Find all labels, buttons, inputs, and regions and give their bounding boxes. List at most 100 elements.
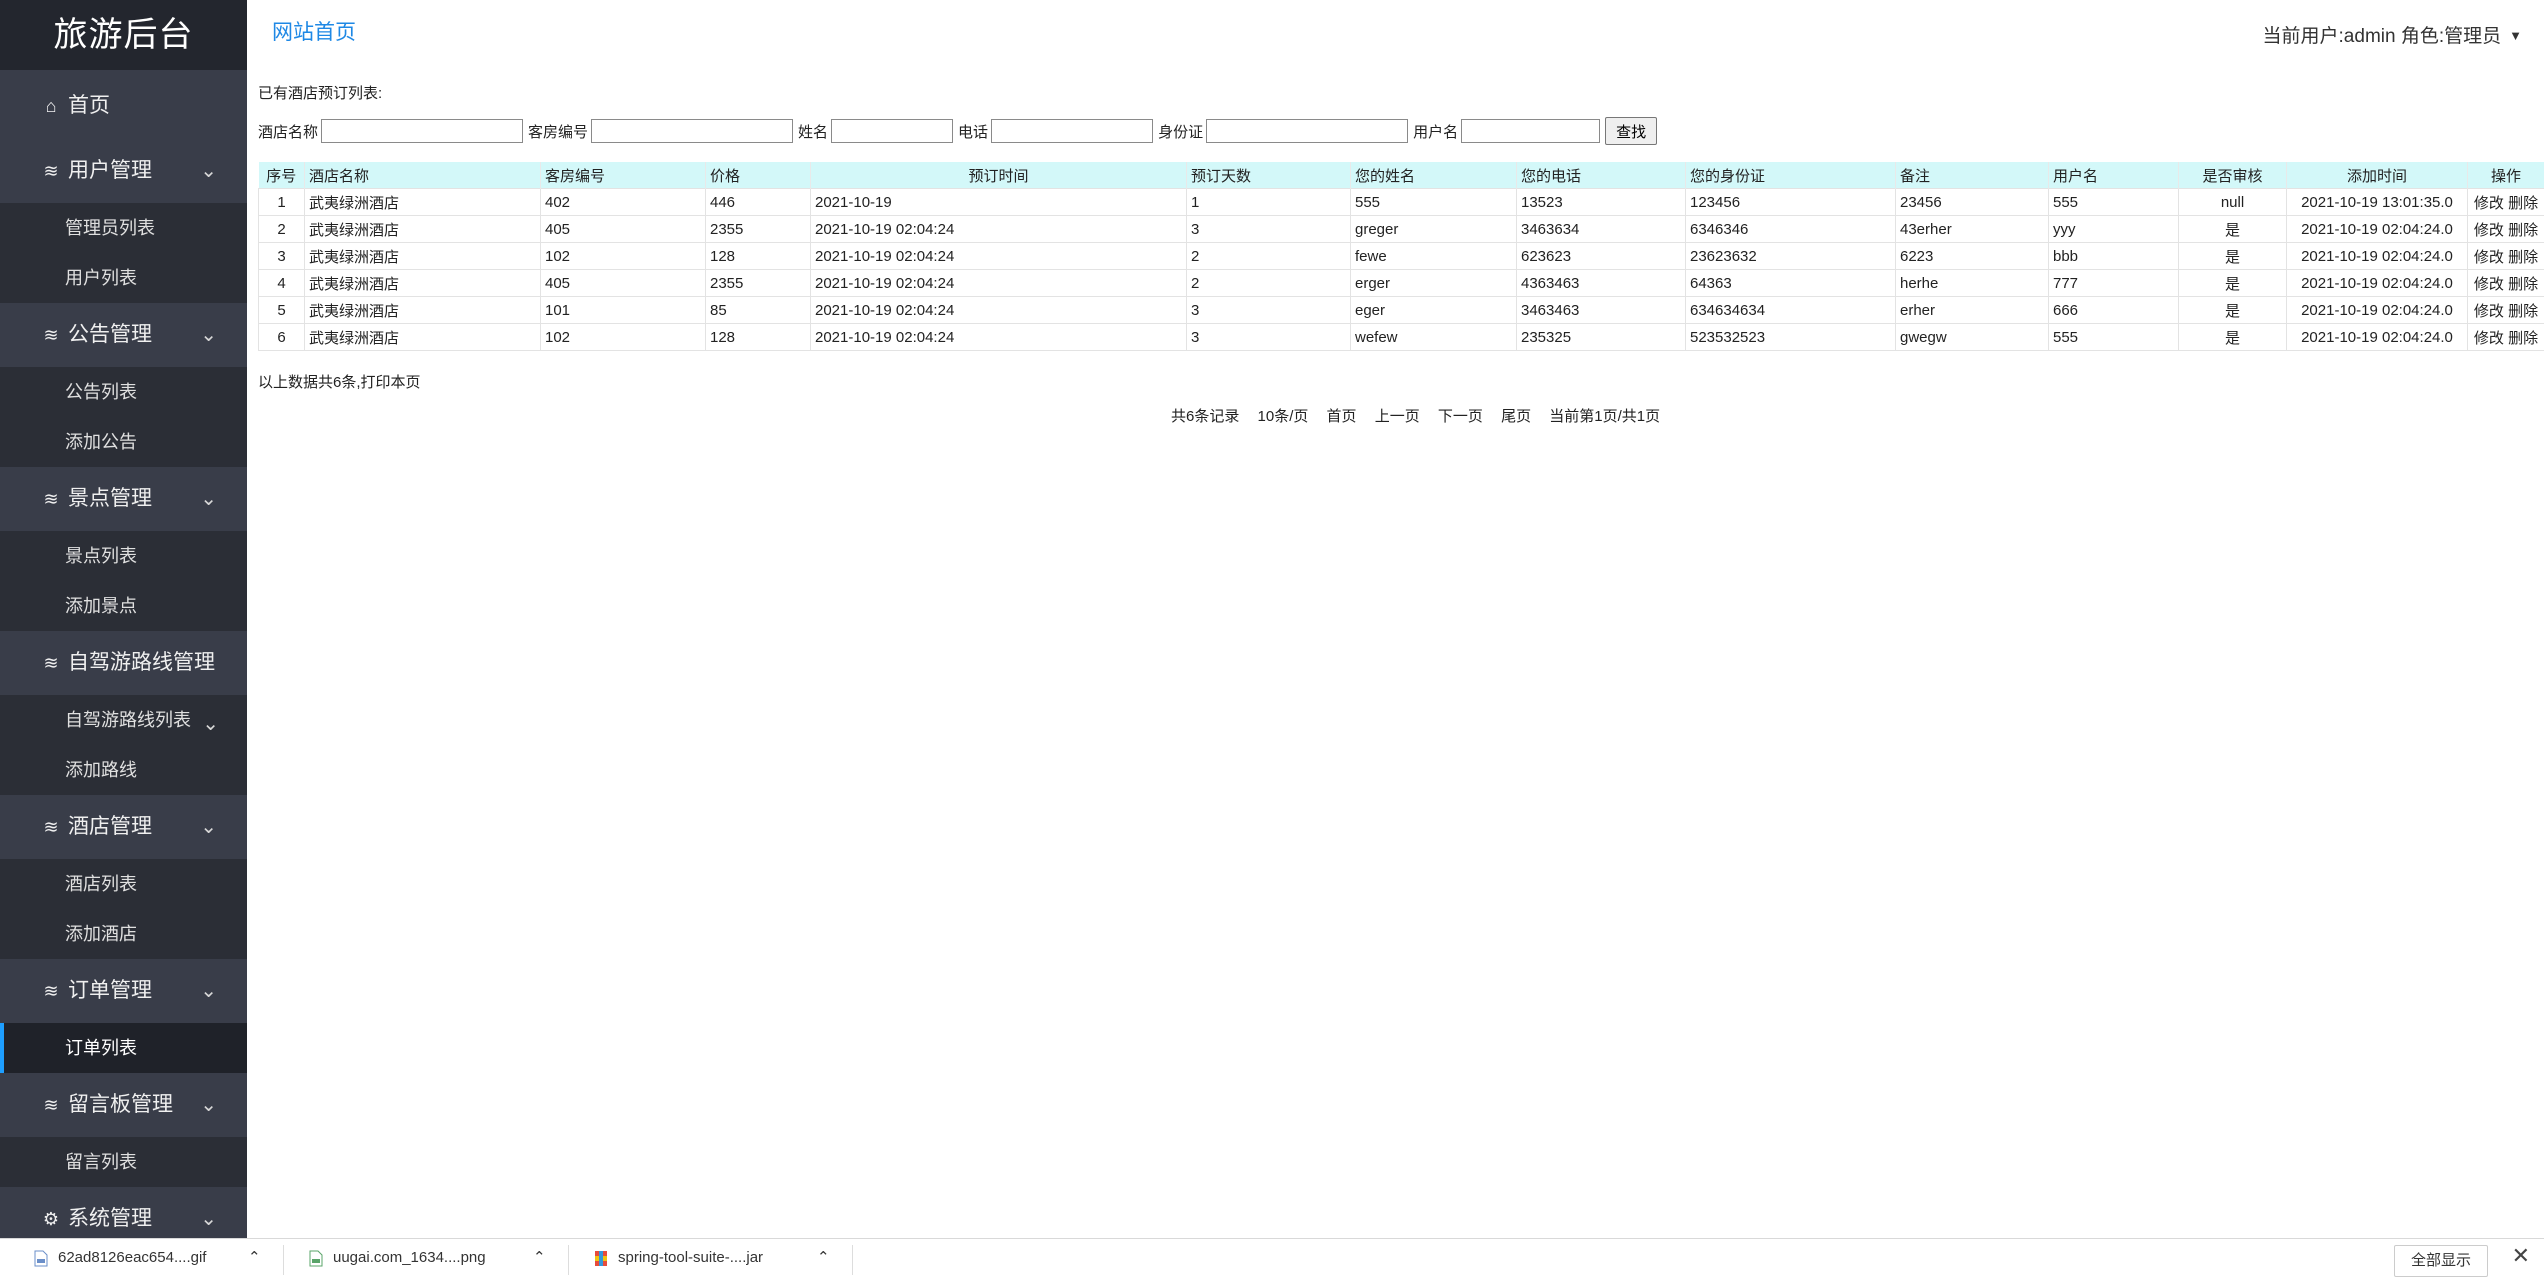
table-cell: 43erher (1896, 216, 2049, 243)
sidebar-item-hotel-list[interactable]: 酒店列表 (0, 859, 247, 909)
separator (852, 1245, 853, 1275)
sidebar-group-hotel-management[interactable]: ≋酒店管理 ⌄ (0, 795, 247, 859)
download-item[interactable]: uugai.com_1634....png (309, 1239, 486, 1277)
table-cell: 武夷绿洲酒店 (305, 189, 541, 216)
table-row: 3武夷绿洲酒店1021282021-10-19 02:04:242fewe623… (259, 243, 2544, 270)
table-cell: 1 (259, 189, 305, 216)
phone-input[interactable] (991, 119, 1153, 143)
table-header-row: 序号 酒店名称 客房编号 价格 预订时间 预订天数 您的姓名 您的电话 您的身份… (259, 162, 2544, 189)
edit-link[interactable]: 修改 (2474, 222, 2504, 239)
layers-icon: ≋ (40, 795, 62, 859)
sidebar-item-scenic-list[interactable]: 景点列表 (0, 531, 247, 581)
edit-link[interactable]: 修改 (2474, 249, 2504, 266)
table-cell: 3 (1187, 216, 1351, 243)
sidebar-item-add-hotel[interactable]: 添加酒店 (0, 909, 247, 959)
chevron-down-icon: ⌄ (200, 467, 217, 531)
download-item-label: spring-tool-suite-....jar (618, 1249, 763, 1266)
sidebar-item-home[interactable]: ⌂首页 (0, 73, 247, 139)
delete-link[interactable]: 删除 (2508, 222, 2538, 239)
table-cell: 2021-10-19 02:04:24.0 (2287, 270, 2468, 297)
download-item[interactable]: spring-tool-suite-....jar (594, 1239, 763, 1277)
sidebar-item-message-list[interactable]: 留言列表 (0, 1137, 247, 1187)
table-cell: 2 (1187, 243, 1351, 270)
name-input[interactable] (831, 119, 953, 143)
table-cell: 23456 (1896, 189, 2049, 216)
separator (283, 1245, 284, 1275)
delete-link[interactable]: 删除 (2508, 195, 2538, 212)
layers-icon: ≋ (40, 467, 62, 531)
sidebar-item-admin-list[interactable]: 管理员列表 (0, 203, 247, 253)
pager-first-link[interactable]: 首页 (1327, 408, 1357, 425)
chevron-up-icon[interactable]: ⌃ (248, 1239, 261, 1277)
table-row: 2武夷绿洲酒店40523552021-10-19 02:04:243greger… (259, 216, 2544, 243)
sidebar-group-scenic-management[interactable]: ≋景点管理 ⌄ (0, 467, 247, 531)
website-home-link[interactable]: 网站首页 (272, 16, 356, 46)
delete-link[interactable]: 删除 (2508, 249, 2538, 266)
sidebar-group-order-management[interactable]: ≋订单管理 ⌄ (0, 959, 247, 1023)
edit-link[interactable]: 修改 (2474, 303, 2504, 320)
pager-next-link[interactable]: 下一页 (1438, 408, 1483, 425)
chevron-down-icon: ⌄ (200, 959, 217, 1023)
sidebar-group-message-management[interactable]: ≋留言板管理 ⌄ (0, 1073, 247, 1137)
chevron-down-icon: ⌄ (202, 699, 219, 749)
row-actions: 修改 删除 (2468, 216, 2544, 243)
hotel-name-input[interactable] (321, 119, 523, 143)
sidebar-item-add-notice[interactable]: 添加公告 (0, 417, 247, 467)
sidebar-item-label: 自驾游路线列表 (65, 710, 191, 730)
room-no-input[interactable] (591, 119, 793, 143)
sidebar-group-label: 用户管理 (68, 159, 152, 182)
table-cell: 402 (541, 189, 706, 216)
download-item-label: uugai.com_1634....png (333, 1249, 486, 1266)
search-form: 酒店名称 客房编号 姓名 电话 身份证 用户名 查找 (258, 117, 1657, 145)
edit-link[interactable]: 修改 (2474, 330, 2504, 347)
table-cell: 85 (706, 297, 811, 324)
id-card-input[interactable] (1206, 119, 1408, 143)
table-cell: 6346346 (1686, 216, 1896, 243)
delete-link[interactable]: 删除 (2508, 276, 2538, 293)
search-button[interactable]: 查找 (1605, 117, 1657, 145)
username-input[interactable] (1461, 119, 1600, 143)
chevron-up-icon[interactable]: ⌃ (533, 1239, 546, 1277)
current-user-label: 当前用户:admin 角色:管理员 (2263, 26, 2502, 47)
pager-last-link[interactable]: 尾页 (1501, 408, 1531, 425)
sidebar-item-route-list[interactable]: 自驾游路线列表 ⌄ (0, 695, 247, 745)
sidebar-group-user-management[interactable]: ≋用户管理 ⌄ (0, 139, 247, 203)
delete-link[interactable]: 删除 (2508, 330, 2538, 347)
show-all-downloads-button[interactable]: 全部显示 (2394, 1245, 2488, 1277)
column-header: 添加时间 (2287, 162, 2468, 189)
table-cell: 3463634 (1517, 216, 1686, 243)
table-cell: eger (1351, 297, 1517, 324)
table-cell: 2021-10-19 02:04:24.0 (2287, 324, 2468, 351)
table-cell: 是 (2179, 270, 2287, 297)
summary-text: 以上数据共6条,打印本页 (258, 371, 421, 392)
table-cell: 123456 (1686, 189, 1896, 216)
row-actions: 修改 删除 (2468, 189, 2544, 216)
sidebar-group-label: 自驾游路线管理 (68, 651, 215, 674)
sidebar-item-order-list[interactable]: 订单列表 (0, 1023, 247, 1073)
download-item[interactable]: 62ad8126eac654....gif (34, 1239, 206, 1277)
table-cell: 6 (259, 324, 305, 351)
sidebar-item-user-list[interactable]: 用户列表 (0, 253, 247, 303)
table-cell: 523532523 (1686, 324, 1896, 351)
table-cell: 2021-10-19 02:04:24 (811, 216, 1187, 243)
sidebar-item-add-route[interactable]: 添加路线 (0, 745, 247, 795)
table-cell: gwegw (1896, 324, 2049, 351)
sidebar-group-route-management[interactable]: ≋自驾游路线管理 (0, 631, 247, 695)
chevron-up-icon[interactable]: ⌃ (817, 1239, 830, 1277)
table-cell: 634634634 (1686, 297, 1896, 324)
delete-link[interactable]: 删除 (2508, 303, 2538, 320)
edit-link[interactable]: 修改 (2474, 195, 2504, 212)
sidebar-nav: ⌂首页 ≋用户管理 ⌄ 管理员列表 用户列表 ≋公告管理 ⌄ 公告列表 添加公告… (0, 73, 247, 1251)
close-icon[interactable]: ✕ (2512, 1243, 2530, 1269)
edit-link[interactable]: 修改 (2474, 276, 2504, 293)
pager-prev-link[interactable]: 上一页 (1375, 408, 1420, 425)
current-user-menu[interactable]: 当前用户:admin 角色:管理员▼ (2263, 21, 2522, 48)
table-cell: 2021-10-19 02:04:24.0 (2287, 243, 2468, 270)
table-cell: 5 (259, 297, 305, 324)
sidebar-group-notice-management[interactable]: ≋公告管理 ⌄ (0, 303, 247, 367)
row-actions: 修改 删除 (2468, 270, 2544, 297)
table-cell: fewe (1351, 243, 1517, 270)
sidebar-item-add-scenic[interactable]: 添加景点 (0, 581, 247, 631)
sidebar-item-notice-list[interactable]: 公告列表 (0, 367, 247, 417)
table-cell: 13523 (1517, 189, 1686, 216)
